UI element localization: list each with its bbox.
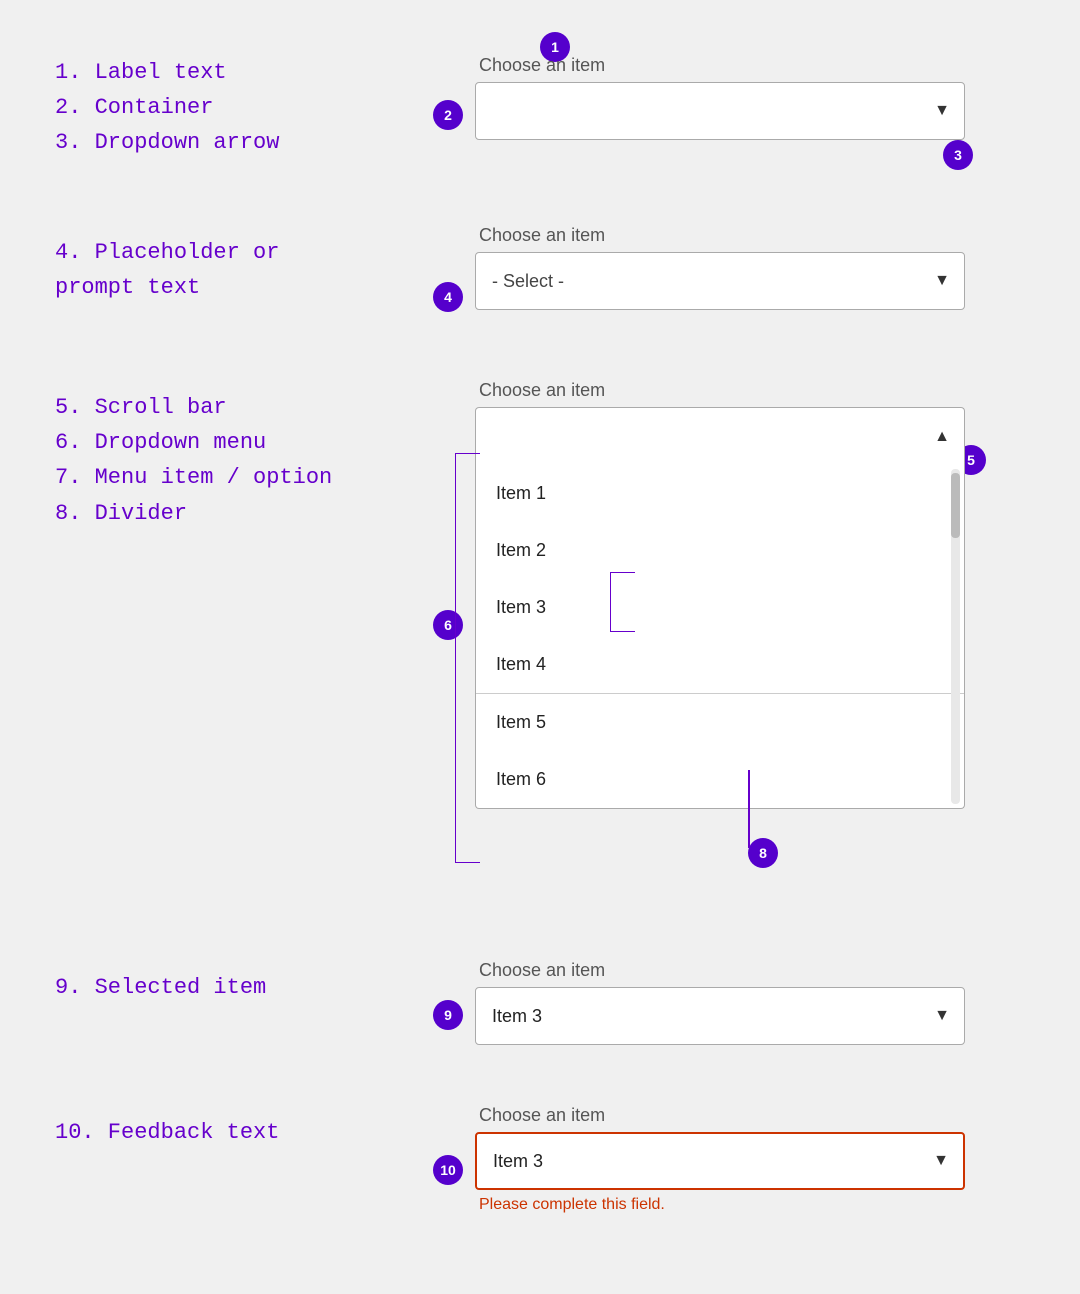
divider-indicator: [748, 770, 750, 848]
menu-item-2[interactable]: Item 2: [476, 522, 964, 579]
badge-8: 8: [748, 838, 778, 868]
selected-value-5: Item 3: [493, 1151, 543, 1172]
dropdown-section-5: Choose an item Item 3 ▼ Please complete …: [475, 1105, 965, 1214]
scrollbar-track[interactable]: [951, 469, 960, 804]
annotation-group-2: 4. Placeholder or prompt text: [55, 235, 279, 305]
annotation-line-4b: prompt text: [55, 270, 279, 305]
feedback-error-message: Please complete this field.: [475, 1196, 965, 1214]
badge-9: 9: [433, 1000, 463, 1030]
dropdown-container-2[interactable]: - Select - ▼: [475, 252, 965, 310]
bracket-menu: [455, 453, 480, 863]
dropdown-arrow-1: ▼: [934, 102, 950, 120]
dropdown-menu-3: Item 1 Item 2 Item 3 Item 4 Item 5 Item …: [475, 465, 965, 809]
dropdown-arrow-2: ▼: [934, 272, 950, 290]
annotation-line-9: 9. Selected item: [55, 970, 266, 1005]
dropdown-section-1: Choose an item ▼: [475, 55, 965, 140]
annotation-group-1: 1. Label text 2. Container 3. Dropdown a…: [55, 55, 279, 161]
menu-item-1[interactable]: Item 1: [476, 465, 964, 522]
dropdown-label-5: Choose an item: [475, 1105, 965, 1126]
dropdown-placeholder: - Select -: [492, 271, 564, 292]
dropdown-section-3: Choose an item ▲ Item 1 Item 2 Item 3 It…: [475, 380, 965, 809]
annotation-line-7: 7. Menu item / option: [55, 460, 332, 495]
menu-item-6[interactable]: Item 6: [476, 751, 964, 808]
annotation-group-3: 5. Scroll bar 6. Dropdown menu 7. Menu i…: [55, 390, 332, 531]
annotation-line-5: 5. Scroll bar: [55, 390, 332, 425]
annotation-line-4a: 4. Placeholder or: [55, 235, 279, 270]
dropdown-label-2: Choose an item: [475, 225, 965, 246]
dropdown-top-3[interactable]: ▲: [475, 407, 965, 465]
annotation-line-8: 8. Divider: [55, 496, 332, 531]
dropdown-container-1[interactable]: ▼: [475, 82, 965, 140]
dropdown-arrow-4: ▼: [934, 1007, 950, 1025]
annotation-line-1: 1. Label text: [55, 55, 279, 90]
menu-item-3[interactable]: Item 3: [476, 579, 964, 636]
annotation-group-4: 9. Selected item: [55, 970, 266, 1005]
selected-value-4: Item 3: [492, 1006, 542, 1027]
annotation-line-3: 3. Dropdown arrow: [55, 125, 279, 160]
badge-10: 10: [433, 1155, 463, 1185]
badge-2: 2: [433, 100, 463, 130]
scrollbar-thumb[interactable]: [951, 473, 960, 538]
badge-3: 3: [943, 140, 973, 170]
dropdown-section-2: Choose an item - Select - ▼: [475, 225, 965, 310]
annotation-line-2: 2. Container: [55, 90, 279, 125]
dropdown-arrow-3-up: ▲: [934, 428, 950, 446]
bracket-item3: [610, 572, 635, 632]
dropdown-label-1: Choose an item: [475, 55, 965, 76]
dropdown-arrow-5: ▼: [933, 1152, 949, 1170]
annotation-line-10: 10. Feedback text: [55, 1115, 279, 1150]
annotation-group-5: 10. Feedback text: [55, 1115, 279, 1150]
annotation-line-6: 6. Dropdown menu: [55, 425, 332, 460]
dropdown-label-3: Choose an item: [475, 380, 965, 401]
badge-4: 4: [433, 282, 463, 312]
dropdown-section-4: Choose an item Item 3 ▼: [475, 960, 965, 1045]
menu-item-4[interactable]: Item 4: [476, 636, 964, 693]
menu-item-5[interactable]: Item 5: [476, 694, 964, 751]
dropdown-label-4: Choose an item: [475, 960, 965, 981]
dropdown-container-4[interactable]: Item 3 ▼: [475, 987, 965, 1045]
dropdown-container-5[interactable]: Item 3 ▼: [475, 1132, 965, 1190]
